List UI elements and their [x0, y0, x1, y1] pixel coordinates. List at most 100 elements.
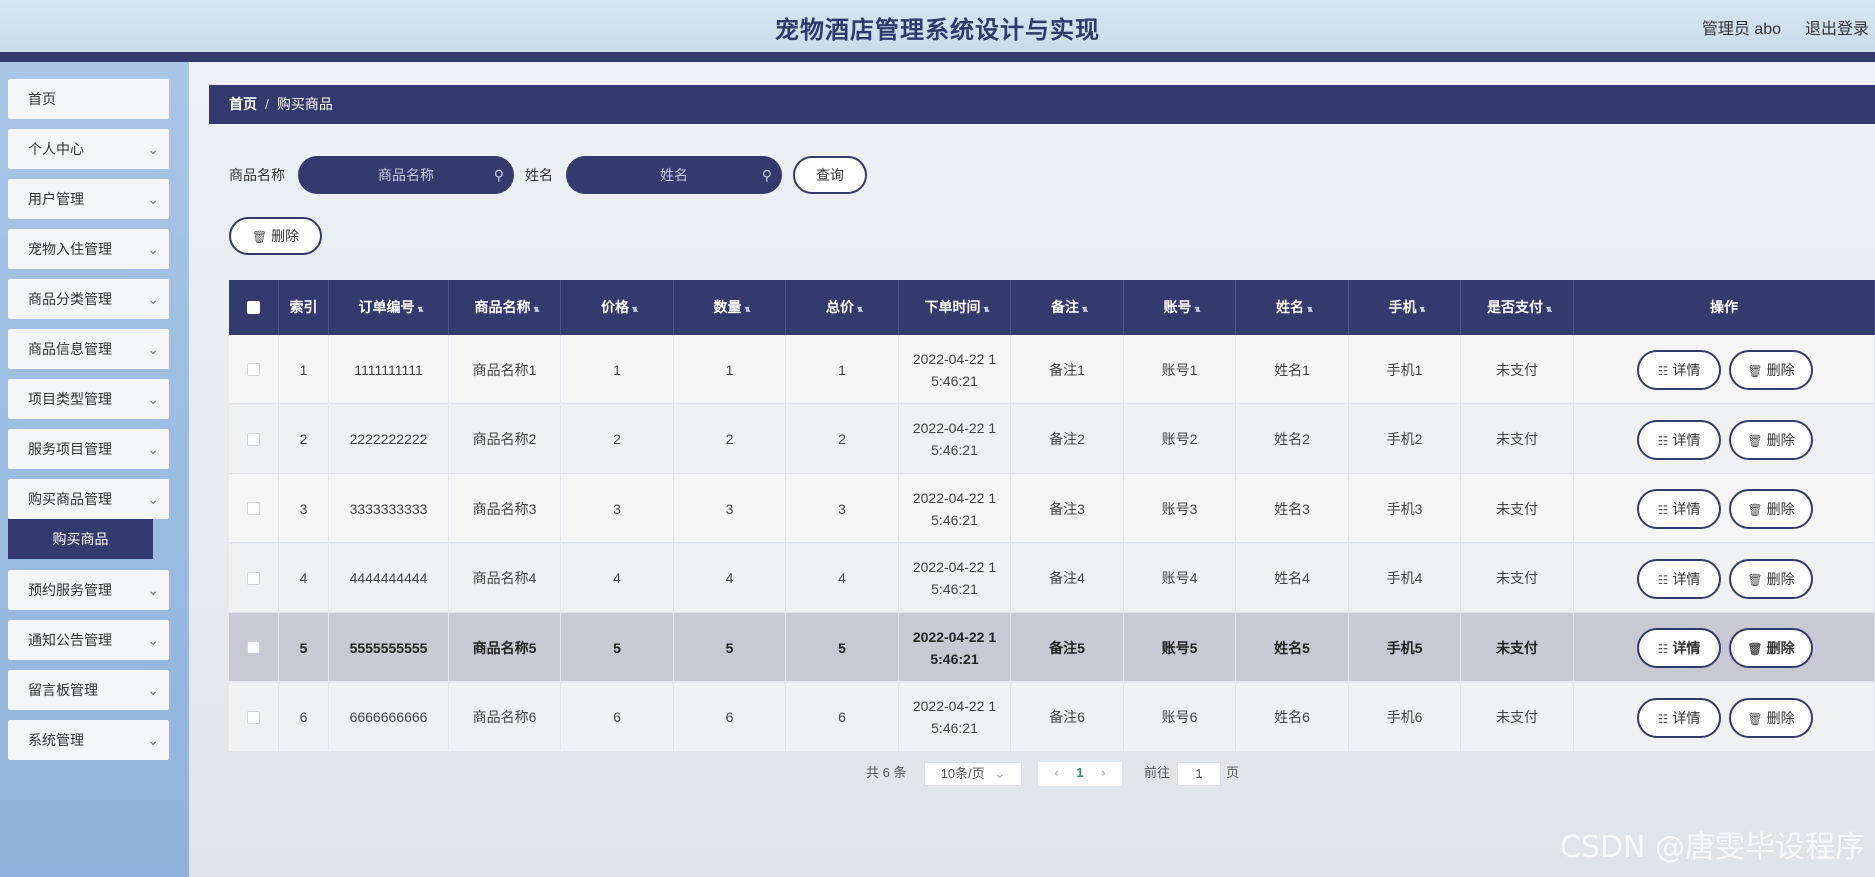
detail-button[interactable]: ☷ 详情 — [1637, 628, 1721, 668]
cell-phone-value: 手机3 — [1386, 500, 1423, 517]
detail-button-label: 详情 — [1672, 570, 1701, 587]
column-header[interactable]: 总价▴▾ — [786, 280, 899, 335]
detail-button[interactable]: ☷ 详情 — [1637, 419, 1721, 460]
cell-paid-value: 未支付 — [1496, 500, 1538, 517]
cell-total: 1 — [786, 335, 899, 404]
column-header[interactable]: 是否支付▴▾ — [1461, 280, 1574, 335]
sidebar-item[interactable]: 系统管理 ⌄ — [8, 720, 169, 760]
column-header[interactable]: 价格▴▾ — [561, 280, 674, 335]
row-checkbox[interactable] — [247, 502, 260, 515]
page-size-select[interactable]: 10条/页 ⌄ — [924, 762, 1022, 786]
table-row[interactable]: 3 3333333333 商品名称3 3 3 3 2022-04-22 15:46:21 备注… — [229, 474, 1875, 543]
cell-qty-value: 2 — [725, 431, 734, 447]
sidebar-item[interactable]: 宠物入住管理 ⌄ — [8, 229, 169, 269]
sidebar-item[interactable]: 预约服务管理 ⌄ — [8, 570, 169, 610]
row-checkbox[interactable] — [247, 571, 260, 585]
sidebar-subitem-active[interactable]: 购买商品 — [8, 519, 153, 559]
row-checkbox[interactable] — [247, 363, 260, 376]
query-button[interactable]: 查询 — [793, 156, 867, 194]
detail-button[interactable]: ☷ 详情 — [1637, 489, 1721, 529]
sidebar-item[interactable]: 首页 — [8, 79, 169, 119]
chevron-down-icon: ⌄ — [147, 141, 159, 157]
detail-button[interactable]: ☷ 详情 — [1637, 350, 1721, 390]
sidebar-item[interactable]: 项目类型管理 ⌄ — [8, 379, 169, 419]
cell-qty-value: 5 — [725, 639, 734, 656]
name-placeholder: 姓名 — [660, 167, 688, 183]
sidebar-item[interactable]: 个人中心 ⌄ — [8, 129, 169, 169]
cell-total: 2 — [786, 404, 899, 474]
goto-input[interactable]: 1 — [1177, 762, 1221, 786]
cell-total-value: 5 — [838, 639, 846, 656]
sidebar-item[interactable]: 留言板管理 ⌄ — [8, 670, 169, 710]
column-header[interactable]: 下单时间▴▾ — [899, 280, 1011, 335]
column-header[interactable]: 数量▴▾ — [674, 280, 786, 335]
row-delete-button[interactable]: 🗑 删除 — [1729, 628, 1813, 668]
cell-order-value: 1111111111 — [354, 361, 423, 378]
cell-total-value: 6 — [838, 709, 846, 725]
cell-account: 账号5 — [1124, 613, 1236, 682]
column-header[interactable]: 商品名称▴▾ — [449, 280, 561, 335]
name-input[interactable]: 姓名 ⚲ — [566, 156, 782, 194]
cell-total-value: 2 — [838, 431, 846, 447]
cell-name-value: 姓名6 — [1274, 709, 1310, 725]
chevron-down-icon: ⌄ — [147, 582, 159, 598]
sidebar-item-label: 服务项目管理 — [28, 441, 112, 457]
row-delete-button[interactable]: 🗑 删除 — [1729, 419, 1813, 460]
column-header[interactable]: 备注▴▾ — [1011, 280, 1124, 335]
cell-price: 1 — [561, 335, 674, 404]
table-row[interactable]: 2 2222222222 商品名称2 2 2 2 2022-04-22 15:46:21 备注… — [229, 404, 1875, 474]
prev-page-icon[interactable]: ‹ — [1054, 765, 1058, 780]
order-table: 索引订单编号▴▾商品名称▴▾价格▴▾数量▴▾总价▴▾下单时间▴▾备注▴▾账号▴▾… — [229, 280, 1875, 752]
sidebar-item[interactable]: 商品信息管理 ⌄ — [8, 329, 169, 369]
next-page-icon[interactable]: › — [1101, 765, 1105, 780]
cell-note-value: 备注6 — [1049, 709, 1085, 725]
current-page[interactable]: 1 — [1076, 765, 1083, 780]
sidebar-item[interactable]: 商品分类管理 ⌄ — [8, 279, 169, 319]
row-delete-button[interactable]: 🗑 删除 — [1729, 489, 1813, 529]
row-delete-button[interactable]: 🗑 删除 — [1729, 697, 1813, 738]
sidebar-item[interactable]: 通知公告管理 ⌄ — [8, 620, 169, 660]
product-name-label: 商品名称 — [229, 167, 285, 183]
cell-total-value: 1 — [838, 361, 846, 378]
row-delete-button[interactable]: 🗑 删除 — [1729, 350, 1813, 390]
cell-price-value: 5 — [613, 639, 621, 656]
row-select-cell — [229, 404, 279, 474]
select-all-checkbox[interactable] — [247, 301, 260, 314]
logout-link[interactable]: 退出登录 — [1805, 15, 1869, 39]
column-header[interactable]: 手机▴▾ — [1349, 280, 1461, 335]
detail-button[interactable]: ☷ 详情 — [1637, 558, 1721, 599]
table-row[interactable]: 6 6666666666 商品名称6 6 6 6 2022-04-22 15:46:21 备注… — [229, 682, 1875, 752]
table-row[interactable]: 4 4444444444 商品名称4 4 4 4 2022-04-22 15:46:21 备注… — [229, 543, 1875, 613]
sidebar-item-label: 宠物入住管理 — [28, 241, 112, 257]
sidebar-item[interactable]: 服务项目管理 ⌄ — [8, 429, 169, 469]
cell-price: 3 — [561, 474, 674, 543]
product-name-input[interactable]: 商品名称 ⚲ — [298, 156, 514, 194]
cell-account: 账号6 — [1124, 682, 1236, 752]
cell-qty-value: 4 — [725, 570, 734, 586]
cell-time: 2022-04-22 15:46:21 — [899, 404, 1011, 474]
batch-delete-button[interactable]: 🗑 删除 — [229, 217, 322, 255]
row-delete-button[interactable]: 🗑 删除 — [1729, 558, 1813, 599]
row-checkbox[interactable] — [247, 641, 260, 654]
cell-paid-value: 未支付 — [1496, 431, 1538, 447]
row-checkbox[interactable] — [247, 710, 260, 724]
table-row[interactable]: 5 5555555555 商品名称5 5 5 5 2022-04-22 15:46:21 备注… — [229, 613, 1875, 682]
cell-time-value: 2022-04-22 15:46:21 — [912, 698, 997, 736]
column-header[interactable]: 账号▴▾ — [1124, 280, 1236, 335]
row-checkbox[interactable] — [247, 432, 260, 446]
column-header[interactable]: 订单编号▴▾ — [329, 280, 449, 335]
pagination-pager: ‹ 1 › — [1038, 762, 1122, 786]
cell-qty: 6 — [674, 682, 786, 752]
cell-index: 1 — [279, 335, 329, 404]
cell-index-value: 4 — [299, 570, 308, 586]
column-header[interactable]: 姓名▴▾ — [1236, 280, 1349, 335]
breadcrumb-home[interactable]: 首页 — [229, 96, 257, 112]
cell-index: 2 — [279, 404, 329, 474]
sidebar-item[interactable]: 购买商品管理 ⌄ — [8, 479, 169, 519]
sidebar-item[interactable]: 用户管理 ⌄ — [8, 179, 169, 219]
cell-time-value: 2022-04-22 15:46:21 — [912, 420, 997, 458]
table-row[interactable]: 1 1111111111 商品名称1 1 1 1 2022-04-22 15:46:21 备注… — [229, 335, 1875, 404]
sidebar-item-label: 通知公告管理 — [28, 632, 112, 648]
detail-button[interactable]: ☷ 详情 — [1637, 697, 1721, 738]
batch-delete-label: 删除 — [271, 228, 300, 244]
